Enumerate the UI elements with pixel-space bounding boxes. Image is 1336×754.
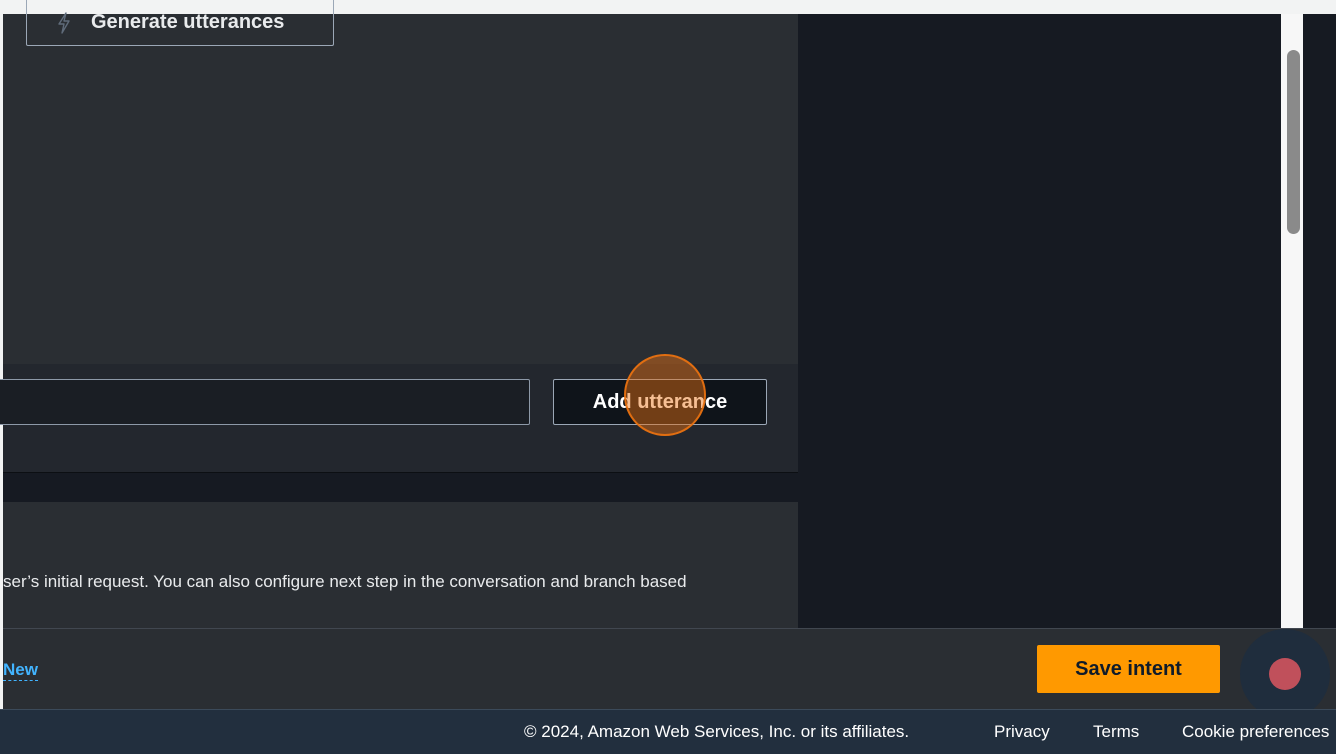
- conversation-flow-description: ser’s initial request. You can also conf…: [3, 572, 687, 591]
- footer-link-cookie-preferences[interactable]: Cookie preferences: [1182, 722, 1329, 742]
- footer-copyright: © 2024, Amazon Web Services, Inc. or its…: [524, 722, 910, 741]
- footer-link-privacy[interactable]: Privacy: [994, 722, 1050, 742]
- new-link[interactable]: New: [3, 660, 38, 681]
- record-icon: [1269, 658, 1301, 690]
- save-intent-button[interactable]: Save intent: [1037, 645, 1220, 693]
- add-utterance-label: Add utterance: [592, 390, 728, 413]
- utterance-input[interactable]: [0, 379, 530, 425]
- generate-utterances-label: Generate utterances: [91, 11, 285, 33]
- section-gap: [3, 472, 798, 502]
- sample-utterances-panel: [3, 14, 798, 364]
- footer-link-terms[interactable]: Terms: [1093, 722, 1139, 742]
- save-intent-label: Save intent: [1075, 657, 1182, 680]
- scrollbar-thumb[interactable]: [1287, 50, 1300, 234]
- right-margin: [1303, 14, 1336, 628]
- right-side-panel: [798, 14, 1281, 628]
- conversation-flow-panel: [3, 502, 798, 628]
- lightning-icon: [57, 11, 71, 34]
- generate-utterances-button[interactable]: Generate utterances: [26, 0, 334, 46]
- divider: [3, 472, 798, 473]
- add-utterance-button[interactable]: Add utterance: [553, 379, 767, 425]
- record-button[interactable]: [1240, 629, 1330, 719]
